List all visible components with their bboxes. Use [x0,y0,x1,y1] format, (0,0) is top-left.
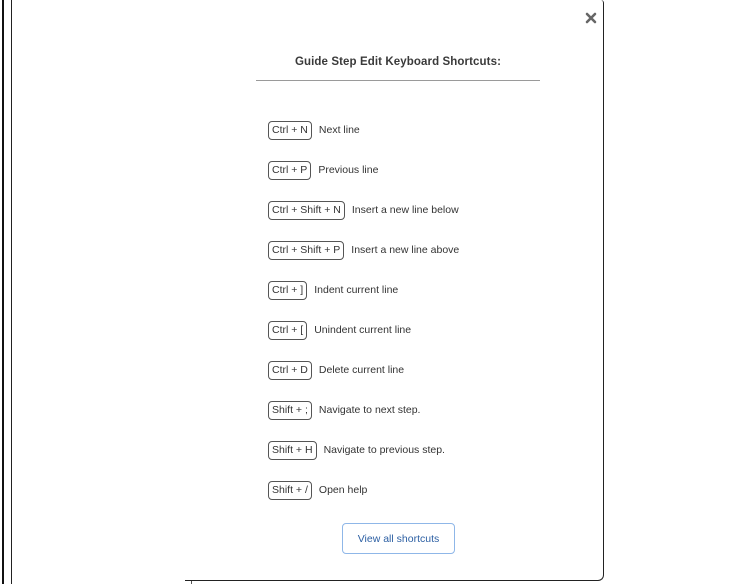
shortcut-keys: Shift + ; [268,401,312,420]
shortcut-description: Indent current line [314,284,399,296]
left-frame-divider [11,0,12,584]
shortcut-row: Ctrl + P Previous line [268,161,568,201]
shortcut-row: Shift + / Open help [268,481,568,521]
shortcut-keys: Ctrl + P [268,161,312,180]
left-frame-border [2,0,4,584]
shortcut-keys: Shift + H [268,441,317,460]
close-icon [585,12,597,24]
shortcut-description: Next line [318,124,360,136]
title-divider [256,80,540,81]
shortcut-description: Insert a new line above [351,244,460,256]
shortcut-row: Shift + H Navigate to previous step. [268,441,568,481]
shortcut-keys: Shift + / [268,481,312,500]
dialog-title: Guide Step Edit Keyboard Shortcuts: [294,56,502,68]
shortcut-description: Insert a new line below [351,204,459,216]
shortcut-keys: Ctrl + N [268,121,312,140]
shortcut-keys: Ctrl + Shift + P [268,241,345,260]
view-all-shortcuts-button[interactable]: View all shortcuts [342,523,455,554]
shortcut-description: Unindent current line [314,324,412,336]
shortcut-description: Previous line [318,164,379,176]
close-button[interactable] [582,9,600,27]
shortcut-row: Ctrl + ] Indent current line [268,281,568,321]
shortcut-row: Ctrl + Shift + N Insert a new line below [268,201,568,241]
shortcut-row: Shift + ; Navigate to next step. [268,401,568,441]
shortcut-description: Navigate to previous step. [323,444,445,456]
shortcut-row: Ctrl + Shift + P Insert a new line above [268,241,568,281]
shortcut-row: Ctrl + [ Unindent current line [268,321,568,361]
shortcut-keys: Ctrl + [ [268,321,308,340]
shortcut-description: Delete current line [318,364,405,376]
shortcut-row: Ctrl + N Next line [268,121,568,161]
shortcut-row: Ctrl + D Delete current line [268,361,568,401]
shortcut-keys: Ctrl + D [268,361,312,380]
shortcut-description: Navigate to next step. [318,404,421,416]
shortcut-keys: Ctrl + Shift + N [268,201,345,220]
shortcut-description: Open help [318,484,368,496]
shortcut-keys: Ctrl + ] [268,281,308,300]
shortcut-list: Ctrl + N Next line Ctrl + P Previous lin… [268,121,568,521]
